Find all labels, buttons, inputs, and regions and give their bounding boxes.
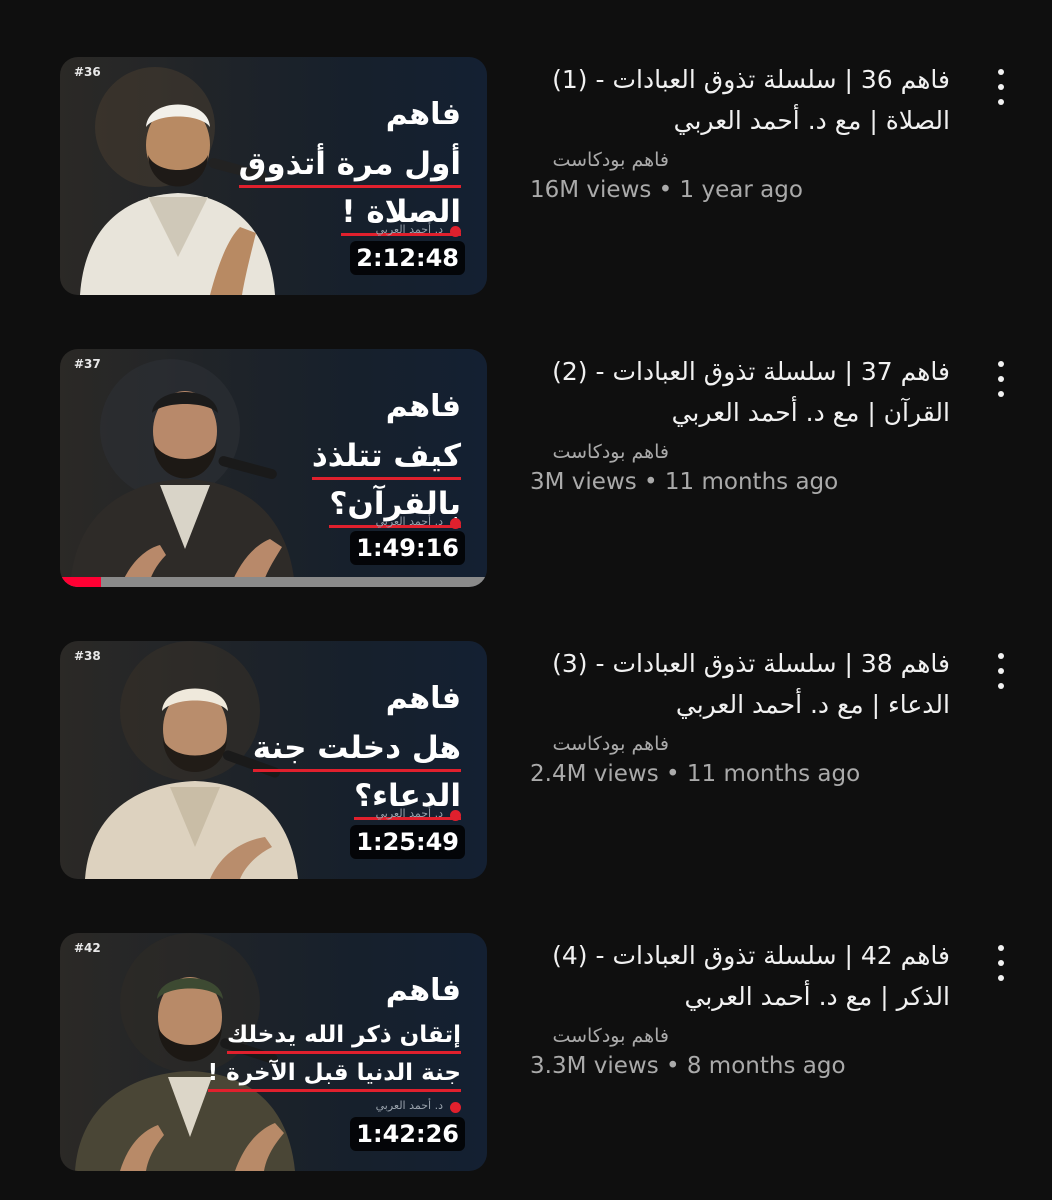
watch-progress-bar [60,577,487,587]
headline-line: هل دخلت جنة [252,729,461,772]
video-list-item[interactable]: #38 فاهم هل دخلت جنة الدعاء؟ د. أحمد الع… [0,641,1052,881]
more-vert-icon[interactable] [988,941,1014,985]
video-thumbnail[interactable]: #42 فاهم إتقان ذكر الله يدخلك جنة الدنيا… [60,933,487,1171]
episode-tag: #42 [74,941,101,955]
episode-tag: #38 [74,649,101,663]
speaker-tag: د. أحمد العربي [375,807,443,820]
episode-tag: #36 [74,65,101,79]
video-title[interactable]: فاهم 37 | سلسلة تذوق العبادات - (2) القر… [530,351,950,433]
video-thumbnail[interactable]: #37 فاهم كيف تتلذذ بالقرآن؟ د. أحمد العر… [60,349,487,587]
video-list-item[interactable]: #42 فاهم إتقان ذكر الله يدخلك جنة الدنيا… [0,933,1052,1173]
video-title[interactable]: فاهم 36 | سلسلة تذوق العبادات - (1) الصل… [530,59,950,141]
headline-line: إتقان ذكر الله يدخلك [226,1021,461,1054]
duration-badge: 1:25:49 [350,825,465,859]
thumbnail-brand: فاهم [385,681,461,716]
video-meta: فاهم 42 | سلسلة تذوق العبادات - (4) الذك… [530,935,950,1079]
speaker-dot-icon [450,518,461,529]
channel-name[interactable]: فاهم بودكاست [530,149,669,171]
more-vert-icon[interactable] [988,65,1014,109]
speaker-dot-icon [450,226,461,237]
video-list-item[interactable]: #36 فاهم أول مرة أتذوق الصلاة ! د. أحمد … [0,57,1052,297]
more-vert-icon[interactable] [988,649,1014,693]
video-stats: 3.3M views • 8 months ago [530,1053,846,1079]
duration-badge: 1:49:16 [350,531,465,565]
channel-name[interactable]: فاهم بودكاست [530,1025,669,1047]
thumbnail-brand: فاهم [385,97,461,132]
speaker-tag: د. أحمد العربي [375,1099,443,1112]
video-meta: فاهم 37 | سلسلة تذوق العبادات - (2) القر… [530,351,950,495]
video-stats: 2.4M views • 11 months ago [530,761,861,787]
video-list-item[interactable]: #37 فاهم كيف تتلذذ بالقرآن؟ د. أحمد العر… [0,349,1052,589]
video-list: #36 فاهم أول مرة أتذوق الصلاة ! د. أحمد … [0,0,1052,1200]
headline-line: كيف تتلذذ [311,437,461,480]
headline-line: جنة الدنيا قبل الآخرة ! [207,1059,461,1092]
video-stats: 16M views • 1 year ago [530,177,803,203]
duration-badge: 1:42:26 [350,1117,465,1151]
episode-tag: #37 [74,357,101,371]
video-meta: فاهم 38 | سلسلة تذوق العبادات - (3) الدع… [530,643,950,787]
video-title[interactable]: فاهم 42 | سلسلة تذوق العبادات - (4) الذك… [530,935,950,1017]
video-meta: فاهم 36 | سلسلة تذوق العبادات - (1) الصل… [530,59,950,203]
speaker-tag: د. أحمد العربي [375,223,443,236]
speaker-dot-icon [450,810,461,821]
thumbnail-brand: فاهم [385,389,461,424]
thumbnail-brand: فاهم [385,973,461,1008]
video-stats: 3M views • 11 months ago [530,469,839,495]
channel-name[interactable]: فاهم بودكاست [530,441,669,463]
channel-name[interactable]: فاهم بودكاست [530,733,669,755]
video-title[interactable]: فاهم 38 | سلسلة تذوق العبادات - (3) الدع… [530,643,950,725]
video-thumbnail[interactable]: #38 فاهم هل دخلت جنة الدعاء؟ د. أحمد الع… [60,641,487,879]
speaker-dot-icon [450,1102,461,1113]
video-thumbnail[interactable]: #36 فاهم أول مرة أتذوق الصلاة ! د. أحمد … [60,57,487,295]
watch-progress-fill [60,577,101,587]
headline-line: أول مرة أتذوق [238,145,461,188]
thumbnail-headline: إتقان ذكر الله يدخلك جنة الدنيا قبل الآخ… [207,1021,461,1097]
speaker-tag: د. أحمد العربي [375,515,443,528]
duration-badge: 2:12:48 [350,241,465,275]
more-vert-icon[interactable] [988,357,1014,401]
